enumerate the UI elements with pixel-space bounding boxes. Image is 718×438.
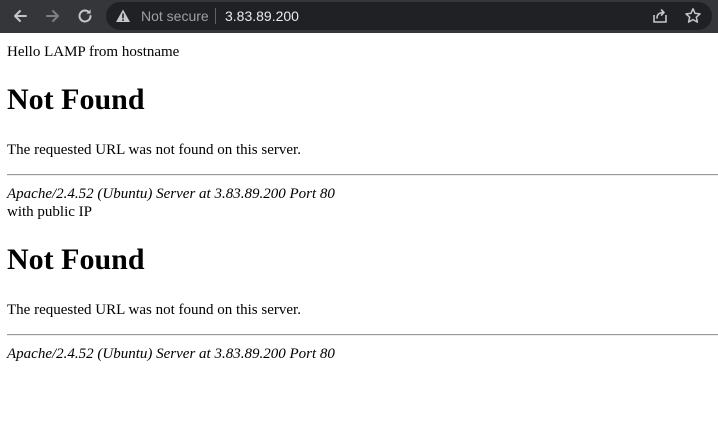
omnibox-divider — [215, 8, 216, 24]
address-bar[interactable]: Not secure 3.83.89.200 — [106, 2, 712, 30]
forward-button[interactable] — [41, 4, 65, 28]
server-address: Apache/2.4.52 (Ubuntu) Server at 3.83.89… — [7, 186, 335, 202]
browser-toolbar: Not secure 3.83.89.200 — [0, 0, 718, 33]
security-status-label[interactable]: Not secure — [141, 8, 209, 24]
server-address: Apache/2.4.52 (Ubuntu) Server at 3.83.89… — [7, 346, 335, 362]
back-arrow-icon — [14, 10, 27, 22]
reload-icon — [78, 9, 92, 23]
not-found-heading: Not Found — [7, 243, 145, 276]
not-found-heading: Not Found — [7, 83, 145, 116]
public-ip-note: with public IP — [7, 204, 92, 220]
not-found-message: The requested URL was not found on this … — [7, 302, 301, 318]
divider-line — [7, 174, 718, 176]
share-icon[interactable] — [651, 7, 669, 25]
divider-line — [7, 334, 718, 336]
reload-button[interactable] — [73, 4, 97, 28]
url-text[interactable]: 3.83.89.200 — [225, 8, 299, 24]
not-found-message: The requested URL was not found on this … — [7, 142, 301, 158]
greeting-text: Hello LAMP from hostname — [7, 44, 180, 60]
star-icon[interactable] — [684, 7, 702, 25]
back-button[interactable] — [8, 4, 32, 28]
forward-arrow-icon — [46, 10, 59, 22]
warning-icon[interactable] — [115, 8, 131, 24]
